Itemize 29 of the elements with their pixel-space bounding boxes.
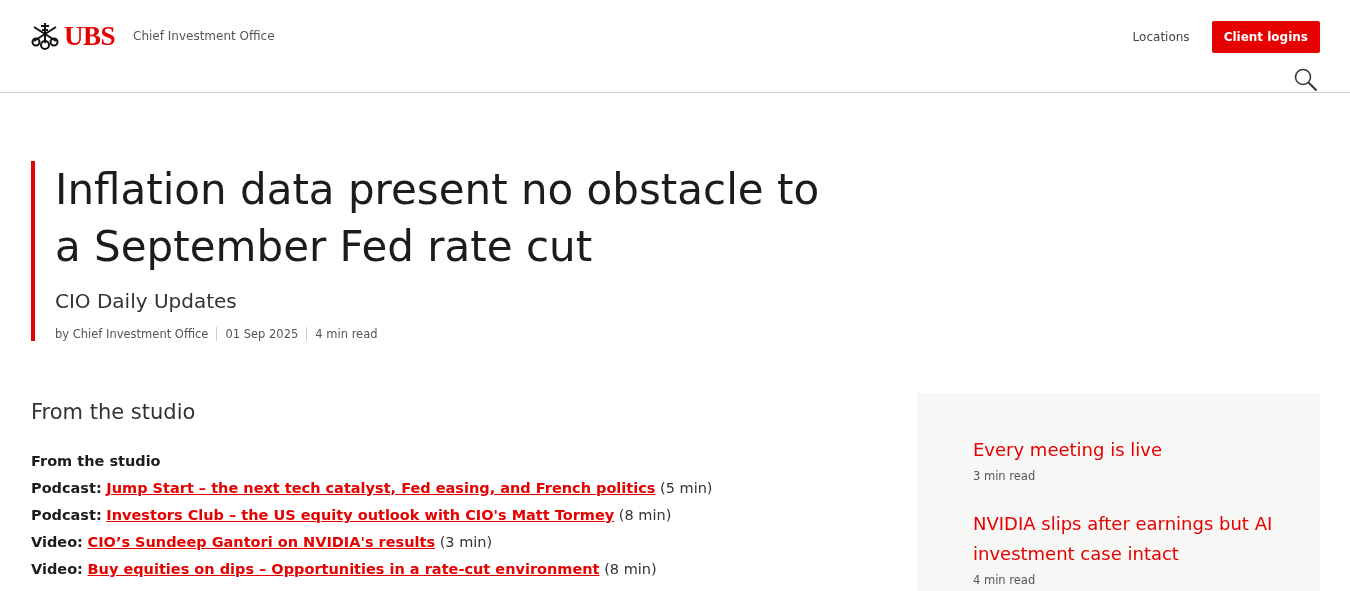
- article-meta: 01 Sep 2025: [216, 327, 307, 341]
- locations-link[interactable]: Locations: [1132, 30, 1190, 44]
- article-title: Inflation data present no obstacle to a September Fed rate cut: [55, 164, 821, 273]
- related-link[interactable]: Every meeting is live: [973, 435, 1273, 465]
- section-title: Chief Investment Office: [133, 29, 275, 43]
- article-meta: by Chief Investment Office: [55, 327, 210, 341]
- media-link[interactable]: Jump Start – the next tech catalyst, Fed easing, and French politics: [106, 480, 656, 496]
- search-icon[interactable]: [1294, 68, 1318, 92]
- related-link[interactable]: NVIDIA slips after earnings but AI investment case intact: [973, 509, 1273, 569]
- media-link[interactable]: Investors Club – the US equity outlook with CIO's Matt Tormey: [106, 507, 615, 523]
- login-button[interactable]: Client logins: [1211, 21, 1320, 53]
- media-type-label: Video:: [31, 561, 83, 577]
- related-meta: 3 min read: [973, 469, 1037, 483]
- media-link[interactable]: Buy equities on dips – Opportunities in a rate-cut environment: [87, 561, 600, 577]
- media-duration: (8 min): [604, 561, 657, 577]
- media-link[interactable]: CIO’s Sundeep Gantori on NVIDIA's results: [87, 534, 436, 550]
- media-type-label: Podcast:: [31, 507, 102, 523]
- article-meta: 4 min read: [306, 327, 386, 341]
- related-meta: 4 min read: [973, 573, 1037, 587]
- keys-icon: [30, 21, 60, 51]
- media-duration: (3 min): [439, 534, 493, 550]
- media-type-label: Video:: [31, 534, 83, 550]
- logo-text[interactable]: UBS: [64, 20, 116, 52]
- media-duration: (5 min): [660, 480, 713, 496]
- media-duration: (8 min): [618, 507, 672, 523]
- studio-subheading: From the studio: [31, 452, 162, 471]
- media-type-label: Podcast:: [31, 480, 102, 496]
- section-heading: From the studio: [31, 400, 197, 424]
- article-category: CIO Daily Updates: [55, 289, 238, 313]
